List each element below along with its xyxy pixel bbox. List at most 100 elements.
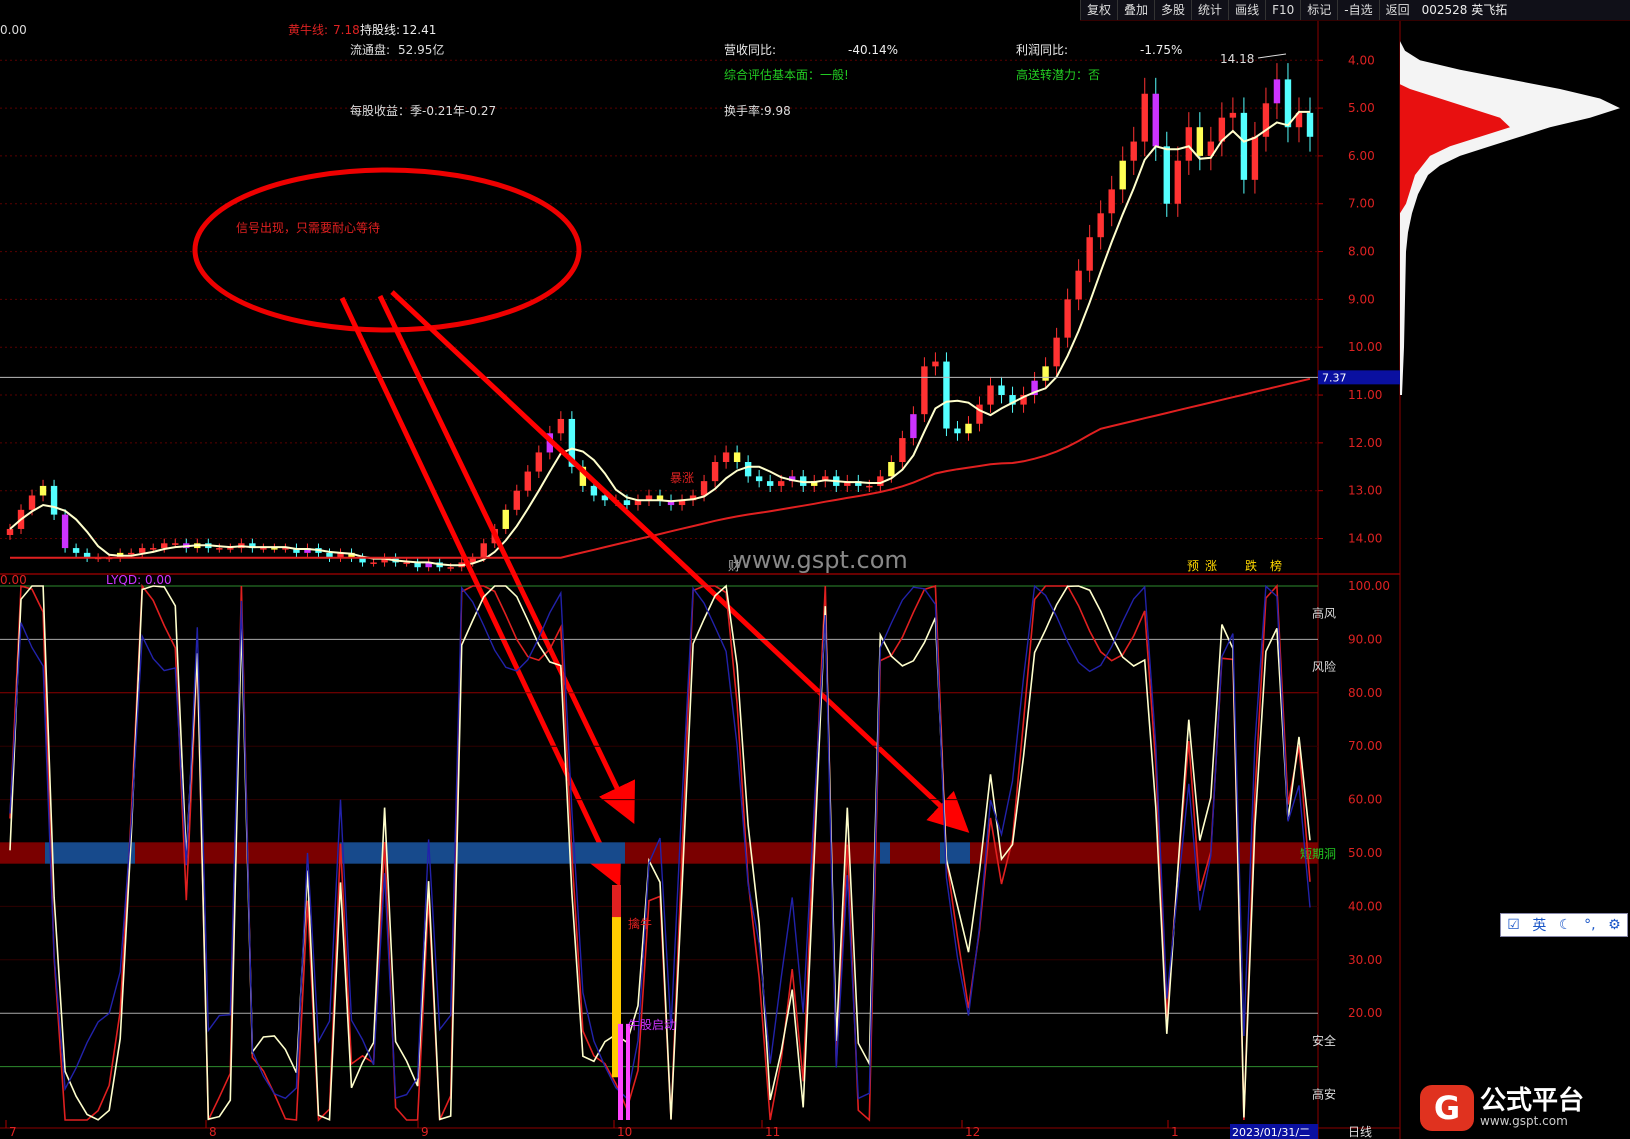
- long-ma-line: [10, 377, 1311, 559]
- short-term-band: [135, 842, 340, 864]
- candle-body: [777, 481, 785, 486]
- toolbar-fuquan-button[interactable]: 复权: [1080, 0, 1117, 20]
- candle-body: [161, 543, 168, 549]
- price-tick-label: 8.00: [1348, 245, 1375, 259]
- toolbar-duogu-button[interactable]: 多股: [1154, 0, 1191, 20]
- candle-body: [1130, 141, 1137, 161]
- candle-body: [733, 452, 741, 462]
- toolbar-f10-button[interactable]: F10: [1265, 0, 1300, 20]
- chart-stage: 14.00 13.00 12.00 11.00 10.00 9.00 8.00 7.00 6.0…: [0, 0, 1630, 1139]
- info-yingshou-value: -40.14%: [848, 43, 898, 57]
- candle-body: [722, 452, 730, 462]
- high-price-arrow: [1257, 53, 1287, 59]
- zone-label: 高安: [1312, 1086, 1336, 1101]
- price-tag-label: 涨: [1205, 558, 1217, 573]
- candle-body: [711, 462, 719, 482]
- signal-marker-label: 牛股启动: [628, 1017, 676, 1032]
- ime-punct-icon[interactable]: °,: [1584, 917, 1595, 933]
- candle-body: [139, 548, 146, 553]
- info-gaosong-text: 高送转潜力：否: [1016, 67, 1100, 82]
- candle-body: [524, 471, 531, 491]
- signal-bar-red: [612, 885, 621, 918]
- info-pingjia-text: 综合评估基本面：一般!: [724, 67, 849, 82]
- candle-body: [766, 481, 774, 486]
- candle-body: [1141, 93, 1148, 142]
- x-tick-label: 8: [209, 1125, 217, 1139]
- candle-body: [910, 414, 917, 439]
- candle-body: [150, 548, 157, 550]
- candle-body: [370, 562, 377, 564]
- candle-body: [1097, 213, 1104, 238]
- indicator-tick-label: 20.00: [1348, 1006, 1382, 1020]
- candle-body: [1163, 146, 1170, 204]
- candle-body: [1306, 112, 1314, 137]
- price-tick-label: 13.00: [1348, 484, 1382, 498]
- ime-moon-icon[interactable]: ☾: [1559, 917, 1572, 933]
- ime-checkbox-icon[interactable]: ☑: [1507, 917, 1520, 933]
- annotation-text: 信号出现，只需要耐心等待: [236, 221, 380, 235]
- x-tick-label: 1: [1171, 1125, 1179, 1139]
- candle-body: [72, 548, 80, 553]
- info-huangniu-value: 7.18: [333, 23, 360, 37]
- price-tag-label: 榜: [1270, 558, 1282, 573]
- indicator-tick-label: 100.00: [1348, 579, 1390, 593]
- candle-body: [976, 404, 983, 424]
- zone-label: 安全: [1312, 1033, 1336, 1048]
- ime-lang-icon[interactable]: 英: [1532, 915, 1546, 935]
- indicator-tick-label: 40.00: [1348, 899, 1382, 913]
- candle-body: [1251, 136, 1259, 180]
- candle-body: [1240, 112, 1248, 180]
- candle-body: [954, 428, 961, 434]
- ime-gear-icon[interactable]: ⚙: [1608, 917, 1621, 933]
- date-label: 2023/01/31/二: [1232, 1126, 1310, 1139]
- zone-label: 风险: [1312, 659, 1336, 674]
- candle-body: [987, 385, 994, 405]
- price-tag-label: 预: [1187, 559, 1199, 573]
- signal-text-label: 暴涨: [670, 470, 694, 485]
- short-term-band: [880, 842, 890, 864]
- info-chigu-label: 持股线:: [360, 22, 400, 37]
- zone-label: 高风: [1312, 606, 1336, 621]
- candle-body: [557, 418, 565, 434]
- brand-logo-icon: G: [1420, 1085, 1474, 1131]
- candle-body: [744, 462, 752, 477]
- candle-body: [1086, 237, 1093, 271]
- toolbar-huaxian-button[interactable]: 画线: [1228, 0, 1265, 20]
- info-meigu-text: 每股收益：季-0.21年-0.27: [350, 103, 496, 118]
- candle-body: [899, 438, 906, 462]
- price-tick-label: 9.00: [1348, 292, 1375, 306]
- candle-body: [50, 485, 58, 515]
- toolbar-biaoji-button[interactable]: 标记: [1300, 0, 1337, 20]
- volume-profile-white: [1400, 41, 1620, 395]
- indicator-header-left: 0.00: [0, 573, 27, 587]
- brand-logo-url: www.gspt.com: [1480, 1114, 1568, 1128]
- candle-body: [271, 548, 278, 550]
- price-tick-label: 14.00: [1348, 532, 1382, 546]
- indicator-tick-label: 50.00: [1348, 846, 1382, 860]
- toolbar-fanhui-button[interactable]: 返回: [1378, 0, 1416, 20]
- info-huanshou-text: 换手率:9.98: [724, 103, 791, 118]
- info-yingshou-label: 营收同比:: [724, 43, 776, 57]
- toolbar-zixuan-button[interactable]: -自选: [1337, 0, 1378, 20]
- x-tick-label: 7: [9, 1125, 17, 1139]
- candle-body: [590, 485, 598, 496]
- brand-logo-text: 公式平台: [1480, 1086, 1585, 1116]
- toolbar-diejia-button[interactable]: 叠加: [1117, 0, 1154, 20]
- candle-body: [1042, 366, 1049, 381]
- candle-body: [1273, 79, 1281, 104]
- info-liutong-value: 52.95亿: [398, 42, 444, 57]
- candle-body: [755, 476, 763, 482]
- stock-code-label: 002528 英飞拓: [1421, 3, 1508, 17]
- price-tick-label: 12.00: [1348, 436, 1382, 450]
- chart-svg: 14.0013.0012.0011.0010.009.008.007.006.0…: [0, 20, 1620, 1139]
- price-tick-label: 4.00: [1348, 53, 1375, 67]
- toolbar-tongji-button[interactable]: 统计: [1191, 0, 1228, 20]
- ime-toolbar: ☑ 英 ☾ °, ⚙: [1500, 913, 1628, 937]
- candle-body: [888, 462, 895, 477]
- candle-body: [1152, 93, 1159, 147]
- candle-body: [921, 366, 928, 415]
- candle-body: [932, 361, 939, 367]
- candle-body: [943, 361, 950, 429]
- candle-body: [216, 548, 223, 550]
- candle-body: [535, 452, 543, 472]
